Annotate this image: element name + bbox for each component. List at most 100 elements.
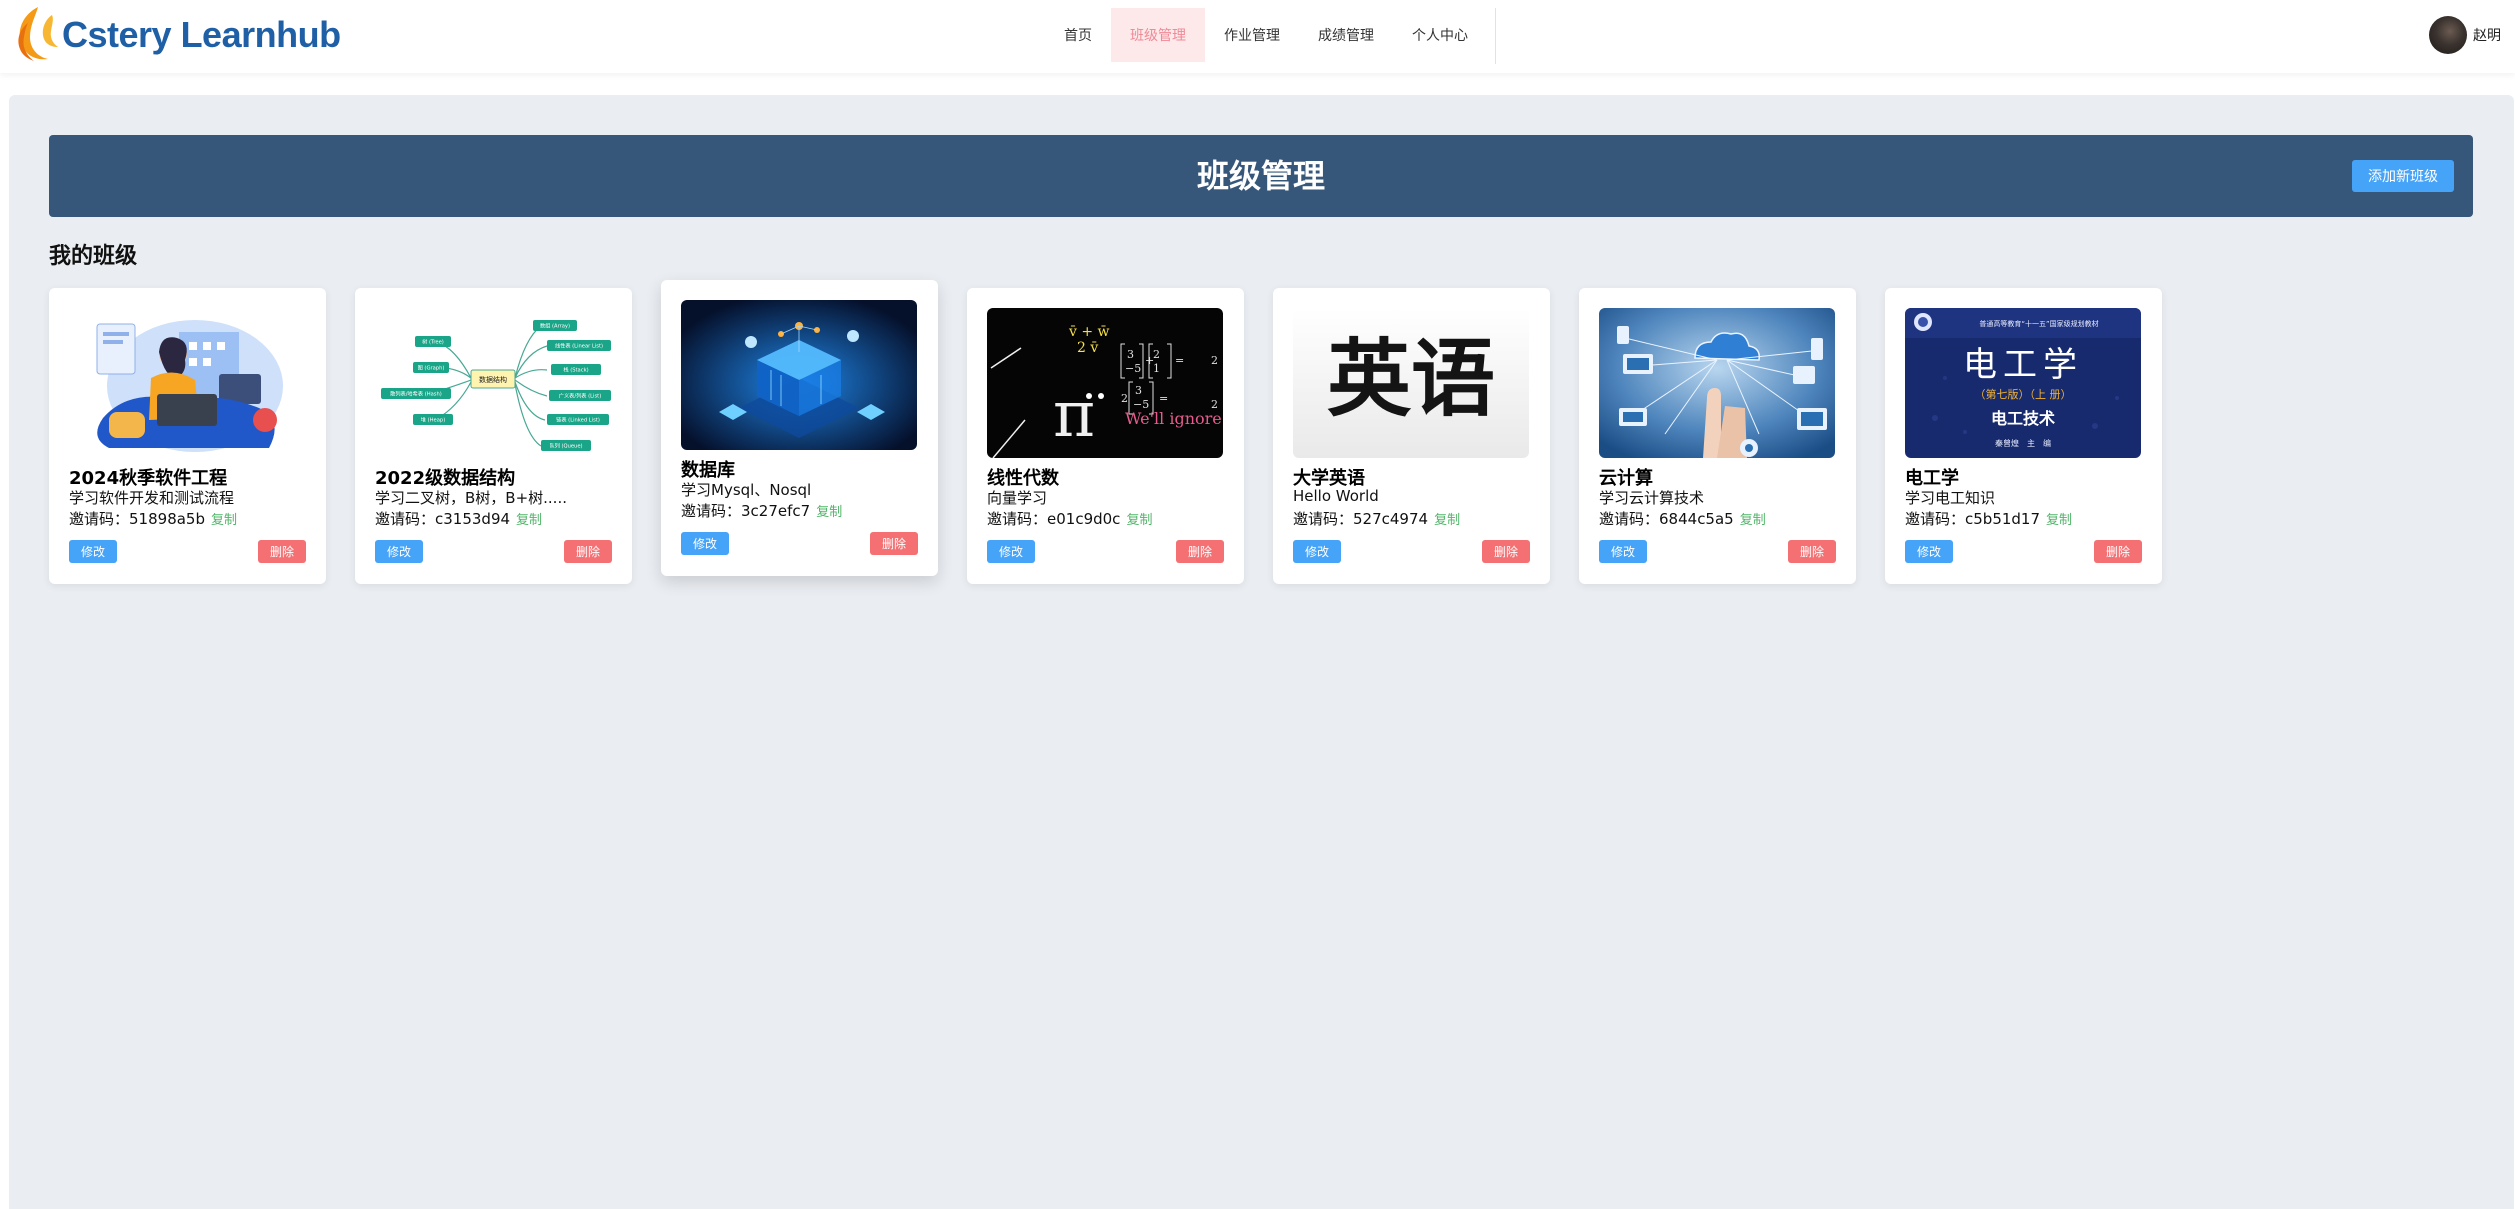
class-description: 学习云计算技术 bbox=[1599, 489, 1705, 507]
edit-class-button[interactable]: 修改 bbox=[1905, 540, 1953, 563]
edit-class-button[interactable]: 修改 bbox=[1293, 540, 1341, 563]
invite-code-label: 邀请码： bbox=[1599, 510, 1660, 528]
class-thumbnail: 普通高等教育“十一五”国家级规划教材 电工学 （第七版）（上 册） 电工技术 秦… bbox=[1905, 308, 2141, 458]
copy-code-link[interactable]: 复制 bbox=[516, 513, 542, 528]
logo[interactable]: Cstery Learnhub bbox=[8, 3, 341, 67]
svg-text:2 v̄: 2 v̄ bbox=[1077, 340, 1098, 356]
page-title: 班级管理 bbox=[1196, 157, 1325, 195]
invite-code: 邀请码：6844c5a5 复制 bbox=[1599, 508, 1766, 529]
delete-class-button[interactable]: 删除 bbox=[1482, 540, 1530, 563]
invite-code-label: 邀请码： bbox=[681, 502, 742, 520]
cloud-network-icon bbox=[1599, 308, 1835, 458]
class-card[interactable]: 普通高等教育“十一五”国家级规划教材 电工学 （第七版）（上 册） 电工技术 秦… bbox=[1885, 288, 2162, 584]
mind-map-node: 线性表 (Linear List) bbox=[555, 342, 603, 350]
mind-map-node: 树 (Tree) bbox=[422, 338, 444, 346]
mind-map-node: 栈 (Stack) bbox=[563, 366, 588, 374]
delete-class-button[interactable]: 删除 bbox=[564, 540, 612, 563]
database-isometric-icon bbox=[681, 300, 917, 450]
main-nav: 首页 班级管理 作业管理 成绩管理 个人中心 bbox=[1045, 8, 1487, 62]
invite-code: 邀请码：c3153d94 复制 bbox=[375, 508, 542, 529]
mind-map-node: 广义表/列表 (List) bbox=[559, 392, 601, 400]
delete-class-button[interactable]: 删除 bbox=[1176, 540, 1224, 563]
invite-code-label: 邀请码： bbox=[987, 510, 1048, 528]
svg-text:2: 2 bbox=[1121, 392, 1128, 405]
invite-code-label: 邀请码： bbox=[1905, 510, 1966, 528]
class-card[interactable]: v̄ + w̄ 2 v̄ 3−521 3−52 +==22 π bbox=[967, 288, 1244, 584]
edit-class-button[interactable]: 修改 bbox=[1599, 540, 1647, 563]
svg-text:=: = bbox=[1159, 392, 1168, 405]
mind-map-center-text: 数据结构 bbox=[479, 375, 507, 384]
avatar[interactable] bbox=[2429, 16, 2467, 54]
edit-class-button[interactable]: 修改 bbox=[681, 532, 729, 555]
book-edition: （第七版）（上 册） bbox=[1975, 387, 2072, 401]
class-description: 向量学习 bbox=[987, 489, 1048, 507]
copy-code-link[interactable]: 复制 bbox=[1434, 513, 1460, 528]
nav-home[interactable]: 首页 bbox=[1045, 8, 1111, 62]
chalkboard-caption: We'll ignore for now bbox=[1125, 409, 1223, 428]
invite-code: 邀请码：e01c9d0c 复制 bbox=[987, 508, 1152, 529]
copy-code-link[interactable]: 复制 bbox=[1126, 513, 1152, 528]
class-thumbnail: 英语 bbox=[1293, 308, 1529, 458]
book-cover-icon: 普通高等教育“十一五”国家级规划教材 电工学 （第七版）（上 册） 电工技术 秦… bbox=[1905, 308, 2141, 458]
mind-map-node: 链表 (Linked List) bbox=[556, 416, 600, 424]
edit-class-button[interactable]: 修改 bbox=[987, 540, 1035, 563]
copy-code-link[interactable]: 复制 bbox=[1740, 513, 1766, 528]
class-card[interactable]: 数据库 学习Mysql、Nosql 邀请码：3c27efc7 复制 修改 删除 bbox=[661, 280, 938, 576]
delete-class-button[interactable]: 删除 bbox=[2094, 540, 2142, 563]
class-thumbnail bbox=[681, 300, 917, 450]
mind-map-node: 散列表/哈希表 (Hash) bbox=[390, 390, 442, 398]
user-menu[interactable]: 赵明 bbox=[2429, 16, 2501, 54]
edit-class-button[interactable]: 修改 bbox=[69, 540, 117, 563]
class-thumbnail bbox=[1599, 308, 1835, 458]
svg-text:3: 3 bbox=[1135, 384, 1142, 397]
invite-code: 邀请码：527c4974 复制 bbox=[1293, 508, 1460, 529]
mind-map-node: 队列 (Queue) bbox=[549, 442, 582, 450]
delete-class-button[interactable]: 删除 bbox=[1788, 540, 1836, 563]
main-panel: 班级管理 添加新班级 我的班级 2024秋季软件工程 学习软件开发和测试流程 邀… bbox=[9, 95, 2514, 1209]
add-class-button[interactable]: 添加新班级 bbox=[2352, 160, 2454, 192]
invite-code-value: c3153d94 bbox=[435, 510, 511, 528]
mind-map-node: 数组 (Array) bbox=[540, 322, 570, 330]
mind-map-node: 图 (Graph) bbox=[418, 365, 445, 372]
class-card[interactable]: 数据结构 树 (Tree) 图 (Graph) 散列表/哈希表 (Hash) 堆… bbox=[355, 288, 632, 584]
invite-code-value: 3c27efc7 bbox=[741, 502, 811, 520]
nav-personal-center[interactable]: 个人中心 bbox=[1393, 8, 1487, 62]
logo-flame-icon bbox=[18, 7, 58, 61]
svg-text:=: = bbox=[1175, 354, 1184, 367]
nav-homework-management[interactable]: 作业管理 bbox=[1205, 8, 1299, 62]
svg-text:+: + bbox=[1145, 354, 1154, 367]
invite-code: 邀请码：c5b51d17 复制 bbox=[1905, 508, 2072, 529]
copy-code-link[interactable]: 复制 bbox=[211, 513, 237, 528]
edit-class-button[interactable]: 修改 bbox=[375, 540, 423, 563]
class-description: 学习Mysql、Nosql bbox=[681, 481, 812, 499]
invite-code-value: e01c9d0c bbox=[1047, 510, 1121, 528]
mind-map-icon: 数据结构 树 (Tree) 图 (Graph) 散列表/哈希表 (Hash) 堆… bbox=[375, 308, 611, 458]
calligraphy-icon: 英语 bbox=[1293, 308, 1529, 458]
nav-grade-management[interactable]: 成绩管理 bbox=[1299, 8, 1393, 62]
invite-code-value: 527c4974 bbox=[1353, 510, 1429, 528]
copy-code-link[interactable]: 复制 bbox=[816, 505, 842, 520]
class-card[interactable]: 云计算 学习云计算技术 邀请码：6844c5a5 复制 修改 删除 bbox=[1579, 288, 1856, 584]
nav-divider bbox=[1495, 8, 1496, 64]
copy-code-link[interactable]: 复制 bbox=[2046, 513, 2072, 528]
class-card[interactable]: 英语 大学英语 Hello World 邀请码：527c4974 复制 修改 删除 bbox=[1273, 288, 1550, 584]
class-description: Hello World bbox=[1293, 487, 1379, 505]
svg-text:v̄ + w̄: v̄ + w̄ bbox=[1068, 324, 1110, 340]
class-description: 学习软件开发和测试流程 bbox=[69, 489, 235, 507]
book-series: 普通高等教育“十一五”国家级规划教材 bbox=[1979, 319, 2098, 328]
invite-code-value: c5b51d17 bbox=[1965, 510, 2041, 528]
top-header: Cstery Learnhub 首页 班级管理 作业管理 成绩管理 个人中心 赵… bbox=[0, 0, 2515, 73]
delete-class-button[interactable]: 删除 bbox=[870, 532, 918, 555]
person-laptop-illustration-icon bbox=[69, 308, 305, 458]
invite-code-value: 6844c5a5 bbox=[1659, 510, 1734, 528]
invite-code: 邀请码：3c27efc7 复制 bbox=[681, 500, 842, 521]
invite-code-label: 邀请码： bbox=[375, 510, 436, 528]
delete-class-button[interactable]: 删除 bbox=[258, 540, 306, 563]
class-thumbnail bbox=[69, 308, 305, 458]
user-name[interactable]: 赵明 bbox=[2473, 25, 2501, 45]
nav-class-management[interactable]: 班级管理 bbox=[1111, 8, 1205, 62]
invite-code-label: 邀请码： bbox=[69, 510, 130, 528]
class-card[interactable]: 2024秋季软件工程 学习软件开发和测试流程 邀请码：51898a5b 复制 修改… bbox=[49, 288, 326, 584]
book-author: 秦曾煌 主 编 bbox=[1995, 438, 2051, 448]
invite-code-value: 51898a5b bbox=[129, 510, 205, 528]
